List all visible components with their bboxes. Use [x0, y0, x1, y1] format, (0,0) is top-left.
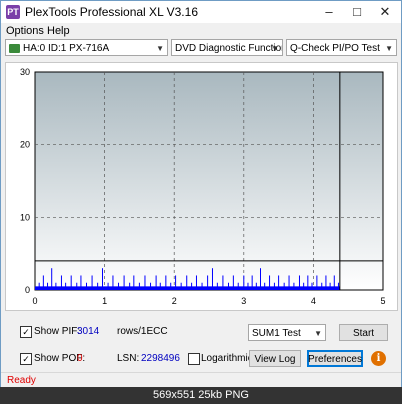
- title-bar: PT PlexTools Professional XL V3.16 – □ ✕: [1, 1, 401, 23]
- x-tick-label: 0: [32, 296, 37, 306]
- show-pif-label: Show PIF:: [34, 326, 81, 337]
- test-select[interactable]: Q-Check PI/PO Test ▼: [286, 39, 397, 56]
- y-tick-label: 10: [20, 212, 30, 222]
- menu-options[interactable]: Options: [6, 25, 44, 37]
- chevron-down-icon: ▼: [385, 44, 393, 53]
- y-tick-label: 0: [25, 285, 30, 295]
- logarithmic-label: Logarithmic: [201, 353, 253, 364]
- view-log-button[interactable]: View Log: [249, 350, 301, 367]
- x-tick-label: 1: [102, 296, 107, 306]
- pif-value: 3014: [77, 326, 100, 337]
- info-icon[interactable]: i: [371, 351, 386, 366]
- y-tick-label: 20: [20, 140, 30, 150]
- app-logo-icon: PT: [6, 5, 20, 19]
- menu-help-label: Help: [47, 25, 70, 37]
- lsn-value: 2298496: [141, 353, 180, 364]
- menu-help[interactable]: Help: [47, 25, 70, 37]
- lsn-label: LSN:: [117, 353, 140, 364]
- close-icon[interactable]: ✕: [371, 1, 399, 23]
- test-select-value: Q-Check PI/PO Test: [290, 43, 380, 54]
- chart-svg: 0 10 20 30 0 1 2 3 4 5: [20, 67, 386, 306]
- maximize-icon[interactable]: □: [343, 1, 371, 23]
- drive-icon: [9, 43, 20, 53]
- sum-test-select[interactable]: SUM1 Test ▼: [248, 324, 326, 341]
- x-axis-ticks: 0 1 2 3 4 5: [32, 296, 385, 306]
- y-tick-label: 30: [20, 67, 30, 77]
- x-tick-label: 2: [172, 296, 177, 306]
- drive-select-value: HA:0 ID:1 PX-716A: [23, 43, 110, 54]
- drive-select[interactable]: HA:0 ID:1 PX-716A ▼: [5, 39, 168, 56]
- y-axis-ticks: 0 10 20 30: [20, 67, 30, 295]
- logarithmic-checkbox[interactable]: [188, 353, 200, 365]
- start-button[interactable]: Start: [339, 324, 388, 341]
- mode-select[interactable]: DVD Diagnostic Functions ▼: [171, 39, 283, 56]
- x-tick-label: 3: [241, 296, 246, 306]
- toolbar: HA:0 ID:1 PX-716A ▼ DVD Diagnostic Funct…: [1, 39, 401, 59]
- app-window: PT PlexTools Professional XL V3.16 – □ ✕…: [0, 0, 402, 389]
- pi-po-chart: 0 10 20 30 0 1 2 3 4 5: [5, 62, 398, 311]
- menu-bar: Options Help: [1, 23, 401, 39]
- x-tick-label: 4: [311, 296, 316, 306]
- window-title: PlexTools Professional XL V3.16: [25, 5, 198, 19]
- status-text: Ready: [7, 375, 36, 386]
- show-pif-checkbox[interactable]: ✓: [20, 326, 32, 338]
- preferences-button[interactable]: Preferences: [307, 350, 363, 367]
- pof-value: 0: [77, 353, 83, 364]
- sum-test-value: SUM1 Test: [252, 328, 301, 339]
- image-caption: 569x551 25kb PNG: [0, 387, 402, 404]
- mode-select-value: DVD Diagnostic Functions: [175, 43, 283, 54]
- show-pof-checkbox[interactable]: ✓: [20, 353, 32, 365]
- minimize-icon[interactable]: –: [315, 1, 343, 23]
- pif-units: rows/1ECC: [117, 326, 168, 337]
- chevron-down-icon: ▼: [314, 329, 322, 338]
- x-tick-label: 5: [380, 296, 385, 306]
- chevron-down-icon: ▼: [156, 44, 164, 53]
- chevron-down-icon: ▼: [271, 44, 279, 53]
- menu-options-label: Options: [6, 25, 44, 37]
- plot-area: [34, 71, 384, 291]
